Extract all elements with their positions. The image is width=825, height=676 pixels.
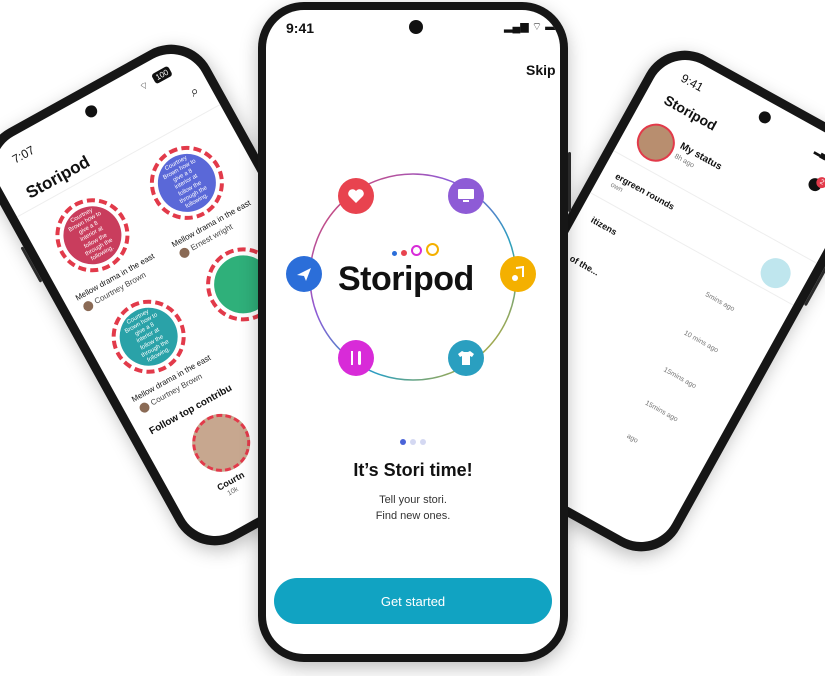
- skip-button[interactable]: Skip: [526, 62, 556, 78]
- story-preview: Courtney Brown how to give a 8 interior …: [53, 195, 132, 275]
- list-item-title: itizens: [589, 214, 619, 238]
- subtitle-line-2: Find new ones.: [375, 510, 451, 522]
- monitor-icon: [448, 178, 484, 214]
- utensils-icon: [338, 340, 374, 376]
- battery-indicator: 100: [150, 65, 174, 85]
- signal-icon: ▂▄▆ ⌔ ▬: [504, 21, 557, 33]
- list-item-time: ago: [625, 432, 639, 445]
- pagination-dots[interactable]: [266, 432, 560, 450]
- app-logo: Storipod: [661, 91, 720, 134]
- heart-icon: [338, 178, 374, 214]
- story-preview: Courtney Brown how to give a 8 interior …: [147, 143, 227, 223]
- center-phone-screen: 9:41 ▂▄▆ ⌔ ▬ Skip Storipod It’s Stori ti…: [266, 10, 560, 654]
- story-preview: Courtney Brown how to give a 8 interior …: [109, 297, 189, 377]
- list-item-time: 15mins ago: [662, 366, 698, 391]
- subtitle-line-1: Tell your stori.: [379, 494, 447, 506]
- list-item-time: 15mins ago: [643, 399, 679, 424]
- divider: [590, 192, 794, 306]
- get-started-button[interactable]: Get started: [274, 578, 552, 624]
- power-button: [568, 152, 571, 212]
- headline: It’s Stori time!: [353, 460, 473, 480]
- contributor-avatar[interactable]: [181, 403, 261, 483]
- camera-icon: [83, 103, 100, 120]
- status-time: 7:07: [9, 142, 37, 167]
- list-item-time: 5mins ago: [703, 291, 736, 314]
- my-status-avatar[interactable]: [630, 116, 682, 169]
- wifi-icon: ⌔: [137, 79, 152, 94]
- page-dot[interactable]: [420, 439, 426, 445]
- search-icon[interactable]: ⌕: [187, 82, 202, 101]
- avatar: [177, 246, 192, 260]
- signal-icon: ▂▄▆ ⌔ ▬: [813, 144, 825, 174]
- avatar: [81, 299, 96, 313]
- center-phone: 9:41 ▂▄▆ ⌔ ▬ Skip Storipod It’s Stori ti…: [258, 2, 571, 662]
- logo-dots: [390, 243, 441, 261]
- app-logo: Storipod: [338, 260, 474, 298]
- camera-icon: [409, 20, 423, 34]
- plane-icon: [286, 256, 322, 292]
- camera-icon: [756, 109, 773, 126]
- app-logo: Storipod: [22, 151, 94, 203]
- status-time: 9:41: [678, 70, 706, 95]
- page-dot[interactable]: [410, 439, 416, 445]
- avatar: [137, 400, 152, 415]
- list-item-title: of the...: [567, 253, 601, 278]
- tshirt-icon: [448, 340, 484, 376]
- music-icon: [500, 256, 536, 292]
- page-dot-active[interactable]: [400, 439, 406, 445]
- status-time: 9:41: [286, 20, 315, 36]
- list-item-title: ergreen rounds: [613, 171, 677, 212]
- list-item-time: 10 mins ago: [682, 329, 720, 355]
